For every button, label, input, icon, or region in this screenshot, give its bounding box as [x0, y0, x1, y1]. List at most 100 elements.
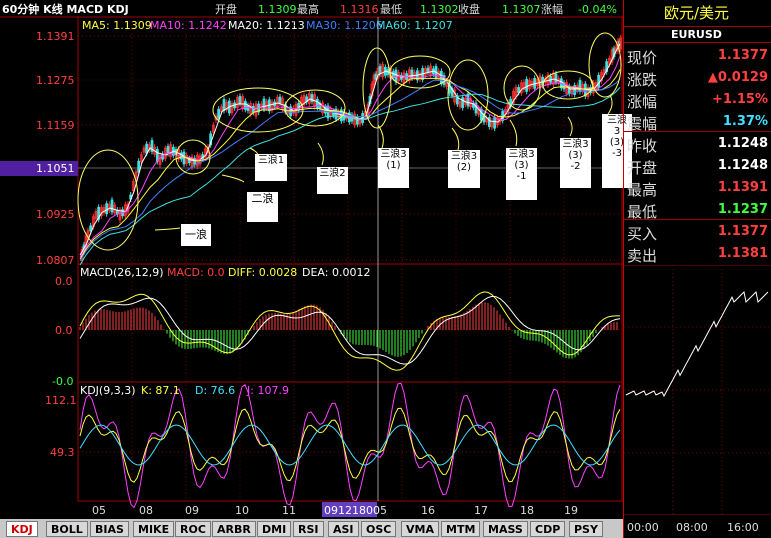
symbol: EURUSD — [671, 28, 722, 41]
mini-time-tick: 08:00 — [676, 521, 708, 534]
price-tick: 1.1391 — [36, 30, 75, 43]
quote-value: 1.1248 — [717, 158, 768, 173]
quote-label: 现价 — [627, 49, 658, 67]
kdj-j-line — [79, 382, 621, 509]
candle — [439, 70, 443, 84]
quote-label: 开盘 — [627, 159, 658, 177]
wave-label-3-3-2: 三浪3 (2) — [448, 150, 480, 188]
quote-row: 涨幅 +1.15% — [624, 88, 771, 111]
candle — [597, 74, 601, 88]
wave-annotations — [77, 32, 622, 251]
tab-arbr[interactable]: ARBR — [212, 521, 256, 537]
candle — [105, 203, 109, 215]
quote-row: 买入 1.1377 — [624, 219, 771, 243]
tab-asi[interactable]: ASI — [328, 521, 359, 537]
intraday-mini-chart — [624, 265, 771, 515]
date-tick: 08 — [139, 504, 153, 517]
candle — [426, 67, 430, 73]
pair-name: 欧元/美元 — [664, 4, 730, 22]
wave-label-3-1: 三浪1 — [255, 154, 287, 181]
macd-dea: DEA: 0.0012 — [302, 266, 371, 279]
quote-row: 现价 1.1377 — [624, 44, 771, 67]
chart-area[interactable] — [0, 0, 623, 519]
macd-value: MACD: 0.0 — [167, 266, 225, 279]
tab-bias[interactable]: BIAS — [90, 521, 129, 537]
candle — [278, 96, 282, 104]
quote-row: 开盘 1.1248 — [624, 154, 771, 177]
tab-boll[interactable]: BOLL — [46, 521, 88, 537]
quote-value: 1.1237 — [717, 202, 768, 217]
tab-roc[interactable]: ROC — [175, 521, 211, 537]
tab-kdj[interactable]: KDJ — [6, 521, 38, 537]
quote-row: 卖出 1.1381 — [624, 242, 771, 265]
mini-time-tick: 00:00 — [627, 521, 659, 534]
quote-value: 1.1381 — [717, 246, 768, 261]
kdj-k-line — [79, 407, 621, 483]
quote-value: 1.1248 — [717, 136, 768, 151]
quote-row: 最高 1.1391 — [624, 176, 771, 199]
date-tick: 09 — [185, 504, 199, 517]
candle — [517, 87, 521, 93]
tab-vma[interactable]: VMA — [401, 521, 439, 537]
wave-arrow — [221, 174, 245, 183]
price-tick: 1.1159 — [36, 119, 75, 132]
quote-value: ▲0.0129 — [707, 70, 768, 85]
candle — [525, 78, 529, 92]
tab-psy[interactable]: PSY — [569, 521, 603, 537]
tab-cdp[interactable]: CDP — [530, 521, 566, 537]
quote-value: 1.1391 — [717, 180, 768, 195]
kdj-title: KDJ(9,3,3) — [80, 384, 136, 397]
wave-ellipse — [362, 47, 392, 129]
date-tick: 18 — [520, 504, 534, 517]
candle — [166, 146, 170, 154]
macd-tick: 0.0 — [55, 324, 73, 337]
quote-panel: 欧元/美元 EURUSD 现价 1.1377 涨跌 ▲0.0129 涨幅 +1.15% 震幅… — [623, 0, 771, 538]
quote-row: 涨跌 ▲0.0129 — [624, 66, 771, 89]
quote-label: 涨跌 — [627, 71, 658, 89]
quote-value: 1.37% — [722, 114, 768, 129]
date-tick: 5 — [380, 504, 387, 517]
kdj-tick: 49.3 — [50, 446, 75, 459]
tab-osc[interactable]: OSC — [361, 521, 397, 537]
date-tick: 05 — [92, 504, 106, 517]
candle — [110, 199, 114, 213]
wave-label-3-3-3a: 三浪3 (3) -1 — [506, 148, 537, 200]
date-tick: 11 — [282, 504, 296, 517]
wave-label-3-2: 三浪2 — [317, 167, 348, 194]
candle — [466, 93, 470, 107]
quote-label: 涨幅 — [627, 93, 658, 111]
wave-label-3-3-1: 三浪3 (1) — [378, 148, 409, 188]
wave-arrow — [317, 142, 324, 166]
wave-arrow — [377, 124, 384, 149]
kdj-d-line — [79, 424, 621, 466]
price-tick: 1.0925 — [36, 208, 75, 221]
candle — [182, 151, 186, 165]
wave-label-3-3-3b: 三浪3 (3) -2 — [560, 138, 591, 188]
macd-tick: -0.0 — [52, 375, 74, 388]
quote-row: 最低 1.1237 — [624, 198, 771, 221]
candle — [89, 225, 93, 232]
date-tick: 16 — [421, 504, 435, 517]
macd-tick: 0.0 — [55, 275, 73, 288]
cursor-date: 09121800 — [324, 504, 380, 517]
wave-label-1: 一浪 — [181, 224, 211, 246]
tab-mtm[interactable]: MTM — [441, 521, 481, 537]
tab-mike[interactable]: MIKE — [133, 521, 175, 537]
candle — [493, 116, 497, 129]
quote-value: 1.1377 — [717, 48, 768, 63]
quote-row: 昨收 1.1248 — [624, 131, 771, 155]
wave-arrow — [509, 119, 518, 147]
quote-value: 1.1377 — [717, 224, 768, 239]
tab-mass[interactable]: MASS — [483, 521, 528, 537]
tab-rsi[interactable]: RSI — [293, 521, 324, 537]
price-tick: 1.1275 — [36, 74, 75, 87]
candle — [378, 66, 382, 74]
wave-arrow — [451, 127, 460, 151]
wave-arrow — [154, 227, 181, 231]
intraday-price-line — [625, 290, 769, 398]
kdj-k: K: 87.1 — [141, 384, 180, 397]
quote-label: 昨收 — [627, 137, 658, 155]
wave-arrow — [567, 116, 573, 137]
tab-dmi[interactable]: DMI — [257, 521, 292, 537]
macd-diff: DIFF: 0.0028 — [228, 266, 298, 279]
